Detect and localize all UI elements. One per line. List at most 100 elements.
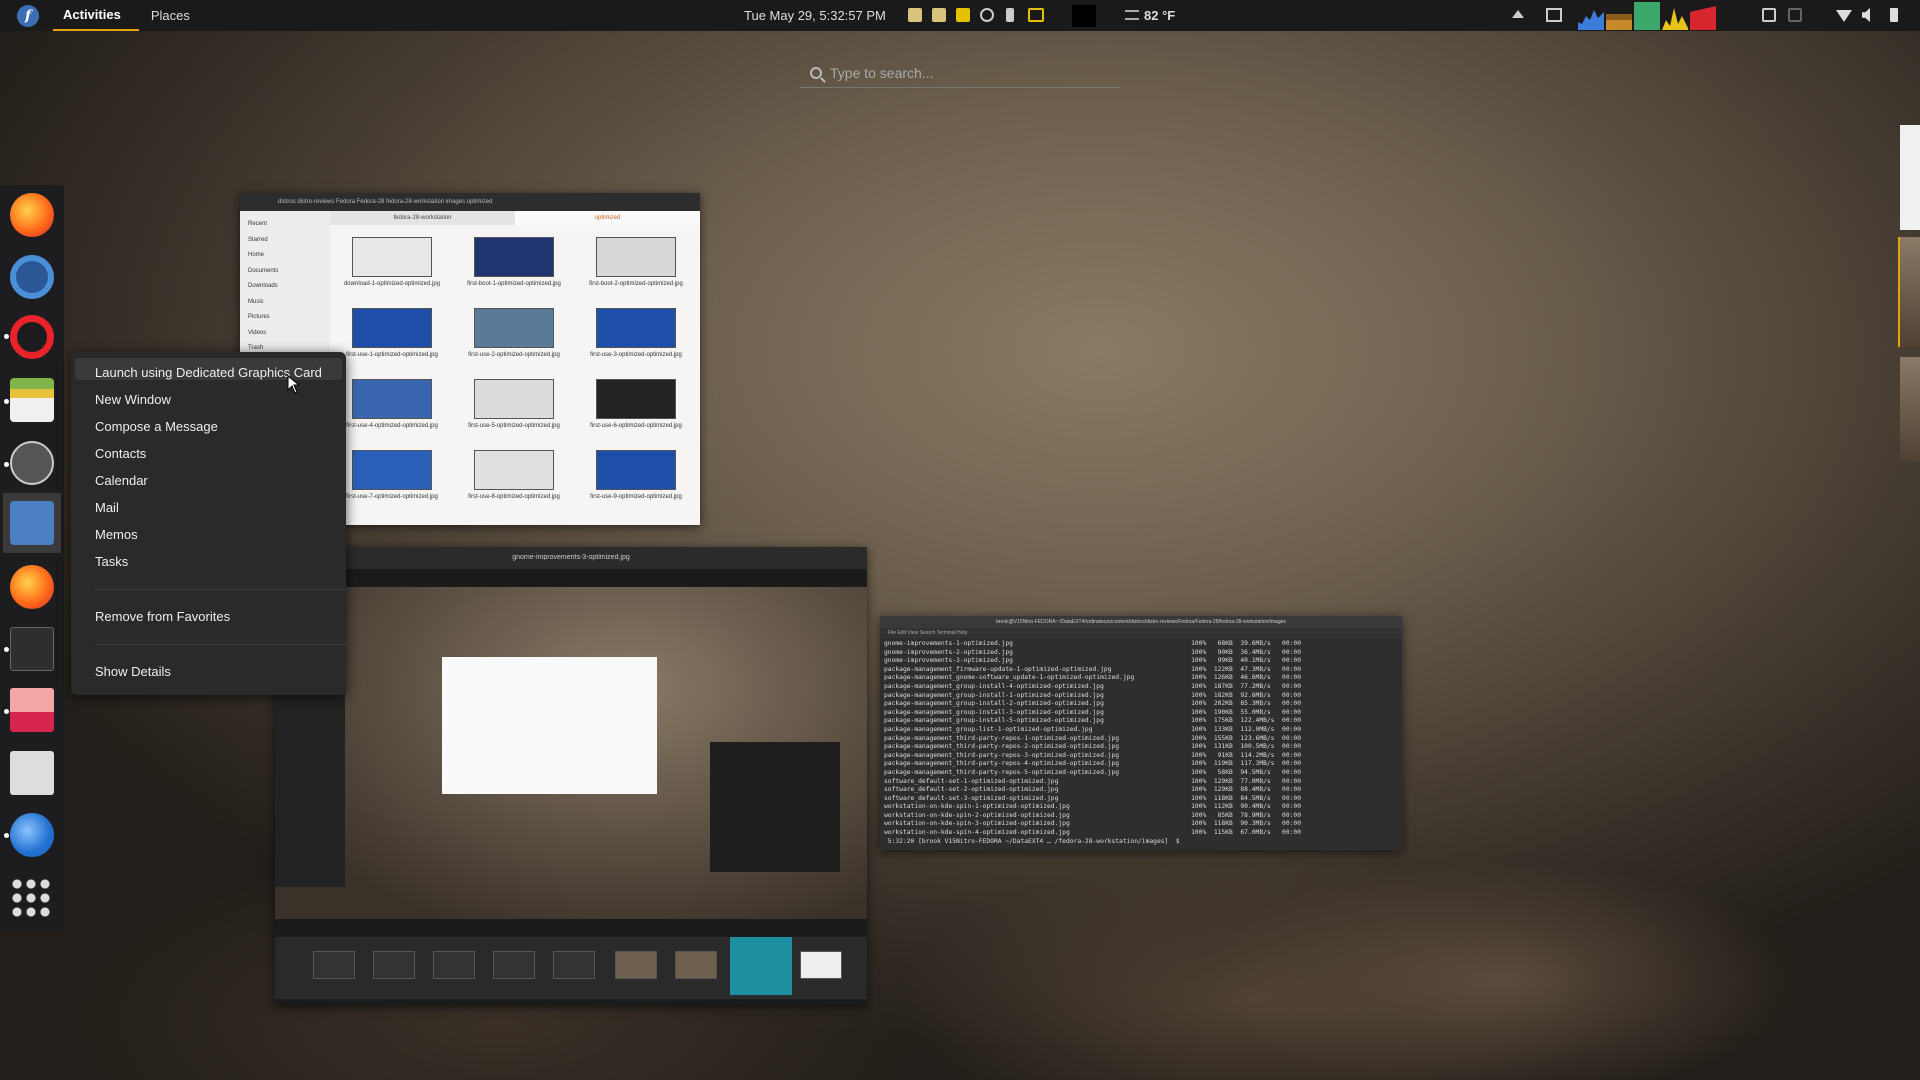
memory-icon[interactable] [932,8,946,22]
screenshot-icon[interactable] [10,688,54,732]
file-name-label: first-use-8-optimized-optimized.jpg [468,494,560,500]
settings-icon[interactable] [10,255,54,299]
sidebar-item-home[interactable]: Home [248,248,322,264]
clipboard-icon[interactable] [956,8,970,22]
tab-optimized[interactable]: optimized [515,211,700,225]
user-icon[interactable] [1762,8,1776,22]
menu-item-remove-favorites[interactable]: Remove from Favorites [95,609,230,624]
files-icon[interactable] [10,378,54,422]
viewer-title: gnome-improvements-3-optimized.jpg [275,547,867,569]
strip-thumb[interactable] [615,951,657,979]
load-graph-icon[interactable] [1690,2,1716,30]
terminal-window-preview[interactable]: brook@V15Nitro-FEDORA:~/DataEXT4/ordinat… [880,616,1402,850]
strip-thumb[interactable] [493,951,535,979]
search-bar[interactable] [800,58,1120,88]
sidebar-item-recent[interactable]: Recent [248,217,322,233]
strip-thumb[interactable] [313,951,355,979]
file-thumbnail[interactable] [596,237,676,277]
menu-item-show-details[interactable]: Show Details [95,664,171,679]
strip-thumb[interactable] [800,951,842,979]
volume-icon[interactable] [1862,8,1870,22]
sidebar-item-downloads[interactable]: Downloads [248,279,322,295]
viewer-image [275,587,867,919]
strip-thumb-selected[interactable] [730,937,792,995]
thumbnail-strip [275,937,867,999]
file-thumbnail[interactable] [596,308,676,348]
battery-icon[interactable] [1890,8,1898,22]
strip-thumb[interactable] [553,951,595,979]
workspace-thumbnail-3[interactable] [1900,357,1920,462]
file-name-label: first-use-6-optimized-optimized.jpg [590,423,682,429]
places-menu[interactable]: Places [151,8,190,23]
file-thumbnail[interactable] [596,450,676,490]
weather-icon[interactable] [1125,10,1139,20]
file-thumbnail[interactable] [352,379,432,419]
files-path-bar[interactable]: distros distro-reviews Fedora Fedora-28 … [278,199,492,205]
menu-item-new-window[interactable]: New Window [95,392,171,407]
activities-button[interactable]: Activities [53,0,139,31]
terminal-title: brook@V15Nitro-FEDORA:~/DataEXT4/ordinat… [880,616,1402,628]
strip-thumb[interactable] [675,951,717,979]
sidebar-item-pictures[interactable]: Pictures [248,310,322,326]
file-thumbnail[interactable] [352,237,432,277]
memory-graph-icon[interactable] [1606,2,1632,30]
file-thumbnail[interactable] [352,308,432,348]
menu-item-compose[interactable]: Compose a Message [95,419,218,434]
firefox-icon[interactable] [10,565,54,609]
black-square-icon[interactable] [1072,5,1096,27]
workspace-icon[interactable] [1546,8,1562,22]
strip-thumb[interactable] [433,951,475,979]
keyboard-icon[interactable] [1788,8,1802,22]
weather-temperature[interactable]: 82 °F [1144,8,1175,23]
cpu-icon[interactable] [908,8,922,22]
menu-item-memos[interactable]: Memos [95,527,138,542]
app-grid-icon[interactable] [10,877,54,921]
cpu-graph-icon[interactable] [1578,2,1604,30]
inkscape-icon[interactable] [10,751,54,795]
file-thumbnail[interactable] [474,379,554,419]
file-name-label: first-use-4-optimized-optimized.jpg [346,423,438,429]
search-icon [810,66,822,79]
sidebar-item-music[interactable]: Music [248,295,322,311]
menu-item-contacts[interactable]: Contacts [95,446,146,461]
image-viewer-window-preview[interactable]: gnome-improvements-3-optimized.jpg [275,547,867,1005]
globe-icon[interactable] [980,8,994,22]
net-graph-icon[interactable] [1662,2,1688,30]
wifi-icon[interactable] [1836,10,1852,22]
sidebar-item-videos[interactable]: Videos [248,326,322,342]
file-thumbnail[interactable] [596,379,676,419]
mail-icon[interactable] [10,501,54,545]
sidebar-item-documents[interactable]: Documents [248,264,322,280]
file-thumbnail[interactable] [474,450,554,490]
tab-fedora-28-workstation[interactable]: fedora-28-workstation [330,211,515,225]
menu-item-calendar[interactable]: Calendar [95,473,148,488]
menu-item-tasks[interactable]: Tasks [95,554,128,569]
display-icon[interactable] [1028,8,1044,22]
menu-item-mail[interactable]: Mail [95,500,119,515]
search-input[interactable] [830,64,1090,81]
workspace-thumbnail-2[interactable] [1898,237,1920,347]
strip-thumb[interactable] [373,951,415,979]
file-name-label: first-use-3-optimized-optimized.jpg [590,352,682,358]
file-thumbnail[interactable] [474,237,554,277]
sidebar-item-starred[interactable]: Starred [248,233,322,249]
clock[interactable]: Tue May 29, 5:32:57 PM [744,8,886,23]
firefox-icon[interactable] [10,193,54,237]
nested-window-thumbnail [442,657,657,794]
file-thumbnail[interactable] [352,450,432,490]
atom-icon[interactable] [10,441,54,485]
workspace-thumbnail-1[interactable] [1900,125,1920,230]
opera-icon[interactable] [10,315,54,359]
dash-context-menu: Launch using Dedicated Graphics Card New… [71,352,355,695]
eject-icon[interactable] [1512,10,1524,18]
workspace-switcher[interactable] [1898,125,1920,465]
fedora-logo-icon[interactable]: f [17,4,39,27]
file-thumbnail[interactable] [474,308,554,348]
menu-separator [95,644,355,645]
terminal-menubar[interactable]: File Edit View Search Terminal Help [880,628,1402,638]
usb-icon[interactable] [1006,8,1014,22]
swap-graph-icon[interactable] [1634,2,1660,30]
terminal-output[interactable]: gnome-improvements-1-optimized.jpg 100% … [880,638,1402,848]
terminal-icon[interactable] [10,627,54,671]
thunderbird-icon[interactable] [10,813,54,857]
